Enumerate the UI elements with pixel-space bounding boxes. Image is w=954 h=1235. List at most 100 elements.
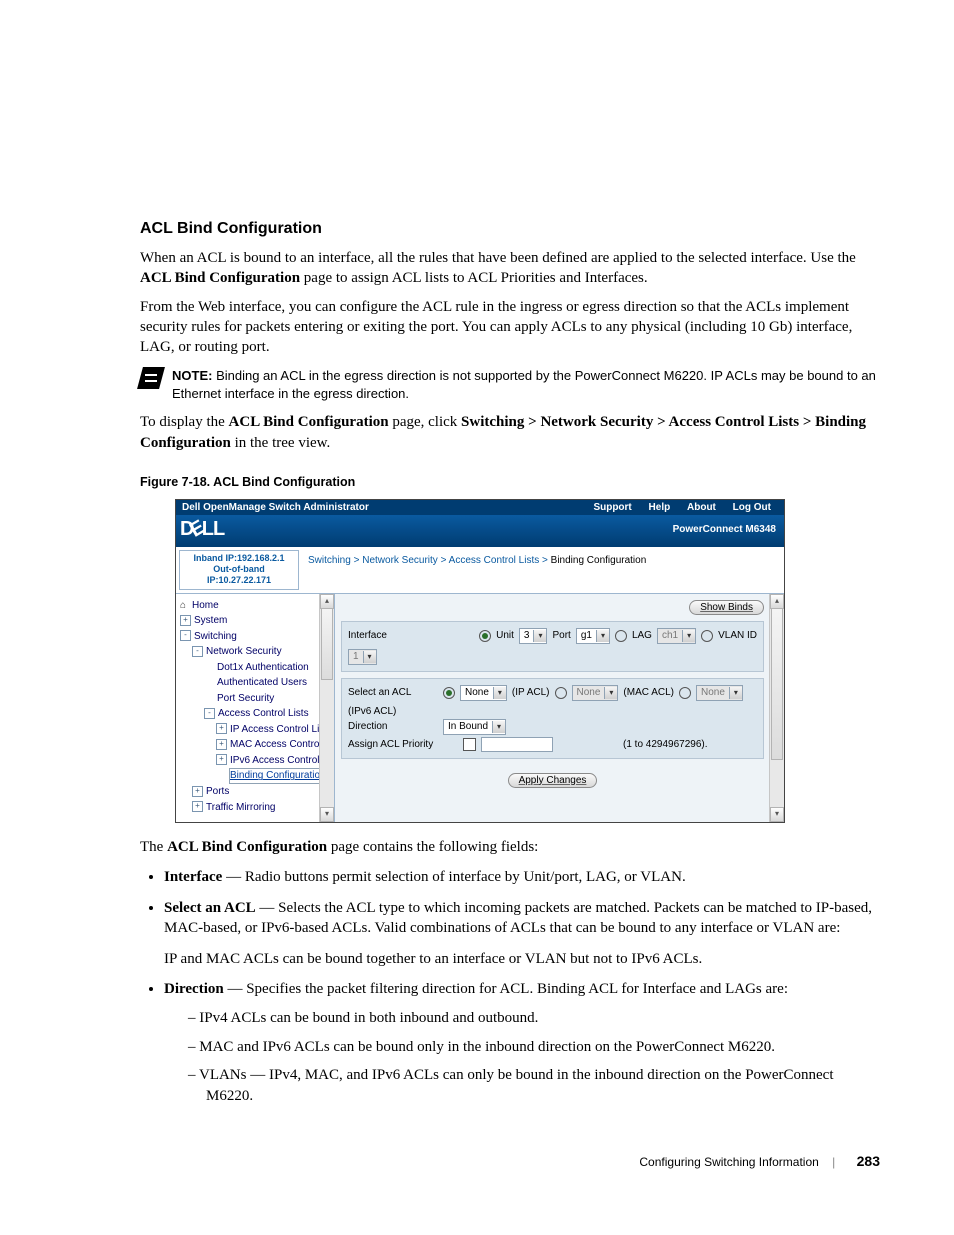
text: To display the: [140, 414, 229, 430]
chevron-down-icon: ▾: [493, 687, 506, 699]
chevron-down-icon: ▾: [363, 651, 376, 663]
emphasis: ACL Bind Configuration: [140, 270, 300, 286]
scroll-down-icon[interactable]: ▾: [320, 807, 334, 822]
main-scrollbar[interactable]: ▴ ▾: [769, 594, 784, 822]
list-item: Interface — Radio buttons permit selecti…: [164, 867, 884, 888]
help-link[interactable]: Help: [649, 502, 671, 513]
tree-item[interactable]: +MAC Access Control Lists: [180, 737, 332, 753]
tree-item[interactable]: Dot1x Authentication: [180, 660, 332, 676]
unit-radio[interactable]: [479, 630, 491, 642]
ipv6-acl-label: (IPv6 ACL): [348, 706, 396, 717]
main-area: Show Binds Interface Unit 3▾ Port g1▾: [335, 594, 784, 822]
note-label: NOTE:: [172, 368, 212, 383]
vlan-select[interactable]: 1▾: [348, 649, 377, 665]
tree-item[interactable]: +System: [180, 613, 332, 629]
list-item: MAC and IPv6 ACLs can be bound only in t…: [188, 1037, 884, 1058]
chevron-down-icon: ▾: [604, 687, 617, 699]
tree-item[interactable]: ⌂Home: [180, 598, 332, 614]
port-select[interactable]: g1▾: [576, 628, 610, 644]
priority-range: (1 to 4294967296).: [623, 739, 708, 750]
scroll-up-icon[interactable]: ▴: [770, 594, 784, 609]
direction-label: Direction: [348, 721, 438, 732]
note-text: NOTE: Binding an ACL in the egress direc…: [172, 367, 884, 402]
ipv6-acl-radio[interactable]: [679, 687, 691, 699]
priority-input[interactable]: [481, 737, 553, 752]
ip-acl-label: (IP ACL): [512, 687, 550, 698]
scroll-thumb[interactable]: [771, 608, 783, 760]
chevron-down-icon: ▾: [492, 721, 505, 733]
tree-label[interactable]: System: [194, 615, 227, 626]
tree-item[interactable]: +IPv6 Access Control Lists: [180, 753, 332, 769]
tree-label[interactable]: Network Security: [206, 646, 282, 657]
tree-label[interactable]: Home: [192, 600, 219, 611]
collapse-icon[interactable]: -: [192, 646, 203, 657]
tree-scrollbar[interactable]: ▴ ▾: [319, 594, 334, 822]
tree-item[interactable]: -Switching: [180, 629, 332, 645]
text: Binding an ACL in the egress direction i…: [172, 368, 876, 401]
breadcrumb-item[interactable]: Switching: [308, 555, 351, 566]
window-title: Dell OpenManage Switch Administrator: [182, 502, 369, 513]
field-term-select-acl: Select an ACL: [164, 900, 256, 916]
logout-link[interactable]: Log Out: [733, 502, 771, 513]
tree-item[interactable]: Authenticated Users: [180, 675, 332, 691]
breadcrumb-item[interactable]: Network Security: [362, 555, 438, 566]
tree-item[interactable]: Binding Configuration: [180, 768, 332, 784]
priority-checkbox[interactable]: [463, 738, 476, 751]
tree-label[interactable]: Binding Configuration: [229, 768, 327, 784]
vlan-radio[interactable]: [701, 630, 713, 642]
tree-label[interactable]: Authenticated Users: [217, 677, 307, 688]
show-binds-button[interactable]: Show Binds: [689, 600, 764, 615]
sub-paragraph: IP and MAC ACLs can be bound together to…: [164, 949, 884, 969]
nav-tree: ⌂Home+System-Switching-Network SecurityD…: [176, 594, 335, 822]
tree-label[interactable]: Switching: [194, 631, 237, 642]
expand-icon[interactable]: +: [216, 754, 227, 765]
scroll-down-icon[interactable]: ▾: [770, 807, 784, 822]
window-titlebar: Dell OpenManage Switch Administrator Sup…: [176, 500, 784, 515]
collapse-icon[interactable]: -: [180, 630, 191, 641]
expand-icon[interactable]: +: [192, 786, 203, 797]
lag-radio[interactable]: [615, 630, 627, 642]
apply-changes-button[interactable]: Apply Changes: [508, 773, 598, 788]
breadcrumb-current: Binding Configuration: [551, 555, 647, 566]
unit-select[interactable]: 3▾: [519, 628, 548, 644]
mac-acl-select[interactable]: None▾: [572, 685, 619, 701]
ip-acl-select[interactable]: None▾: [460, 685, 507, 701]
direction-select[interactable]: In Bound▾: [443, 719, 506, 735]
expand-icon[interactable]: +: [192, 801, 203, 812]
tree-item[interactable]: +Ports: [180, 784, 332, 800]
expand-icon[interactable]: +: [216, 739, 227, 750]
tree-label[interactable]: Ports: [206, 786, 229, 797]
scroll-up-icon[interactable]: ▴: [320, 594, 334, 609]
tree-label[interactable]: Dot1x Authentication: [217, 662, 309, 673]
text: page contains the following fields:: [327, 839, 538, 855]
tree-label[interactable]: Port Security: [217, 693, 274, 704]
breadcrumb-item[interactable]: Access Control Lists: [449, 555, 540, 566]
collapse-icon[interactable]: -: [204, 708, 215, 719]
inband-ip: Inband IP:192.168.2.1: [184, 553, 294, 564]
text: — Selects the ACL type to which incoming…: [164, 900, 872, 937]
chevron-down-icon: ▾: [729, 687, 742, 699]
expand-icon[interactable]: +: [180, 615, 191, 626]
tree-item[interactable]: Port Security: [180, 691, 332, 707]
mac-acl-radio[interactable]: [555, 687, 567, 699]
tree-label[interactable]: Access Control Lists: [218, 708, 309, 719]
tree-label[interactable]: IP Access Control Lists: [230, 724, 332, 735]
tree-item[interactable]: +Traffic Mirroring: [180, 800, 332, 816]
support-link[interactable]: Support: [593, 502, 631, 513]
product-name: PowerConnect M6348: [673, 524, 776, 535]
tree-label[interactable]: Traffic Mirroring: [206, 802, 275, 813]
about-link[interactable]: About: [687, 502, 716, 513]
scroll-thumb[interactable]: [321, 608, 333, 680]
ip-acl-radio[interactable]: [443, 687, 455, 699]
tree-item[interactable]: -Network Security: [180, 644, 332, 660]
interface-panel: Interface Unit 3▾ Port g1▾ LAG ch1▾ VLAN…: [341, 621, 764, 672]
text: page, click: [389, 414, 461, 430]
footer-page-number: 283: [857, 1153, 880, 1169]
text: in the tree view.: [231, 435, 330, 451]
section-title: ACL Bind Configuration: [140, 220, 884, 238]
ipv6-acl-select[interactable]: None▾: [696, 685, 743, 701]
tree-item[interactable]: -Access Control Lists: [180, 706, 332, 722]
lag-select[interactable]: ch1▾: [657, 628, 696, 644]
tree-item[interactable]: +IP Access Control Lists: [180, 722, 332, 738]
expand-icon[interactable]: +: [216, 723, 227, 734]
